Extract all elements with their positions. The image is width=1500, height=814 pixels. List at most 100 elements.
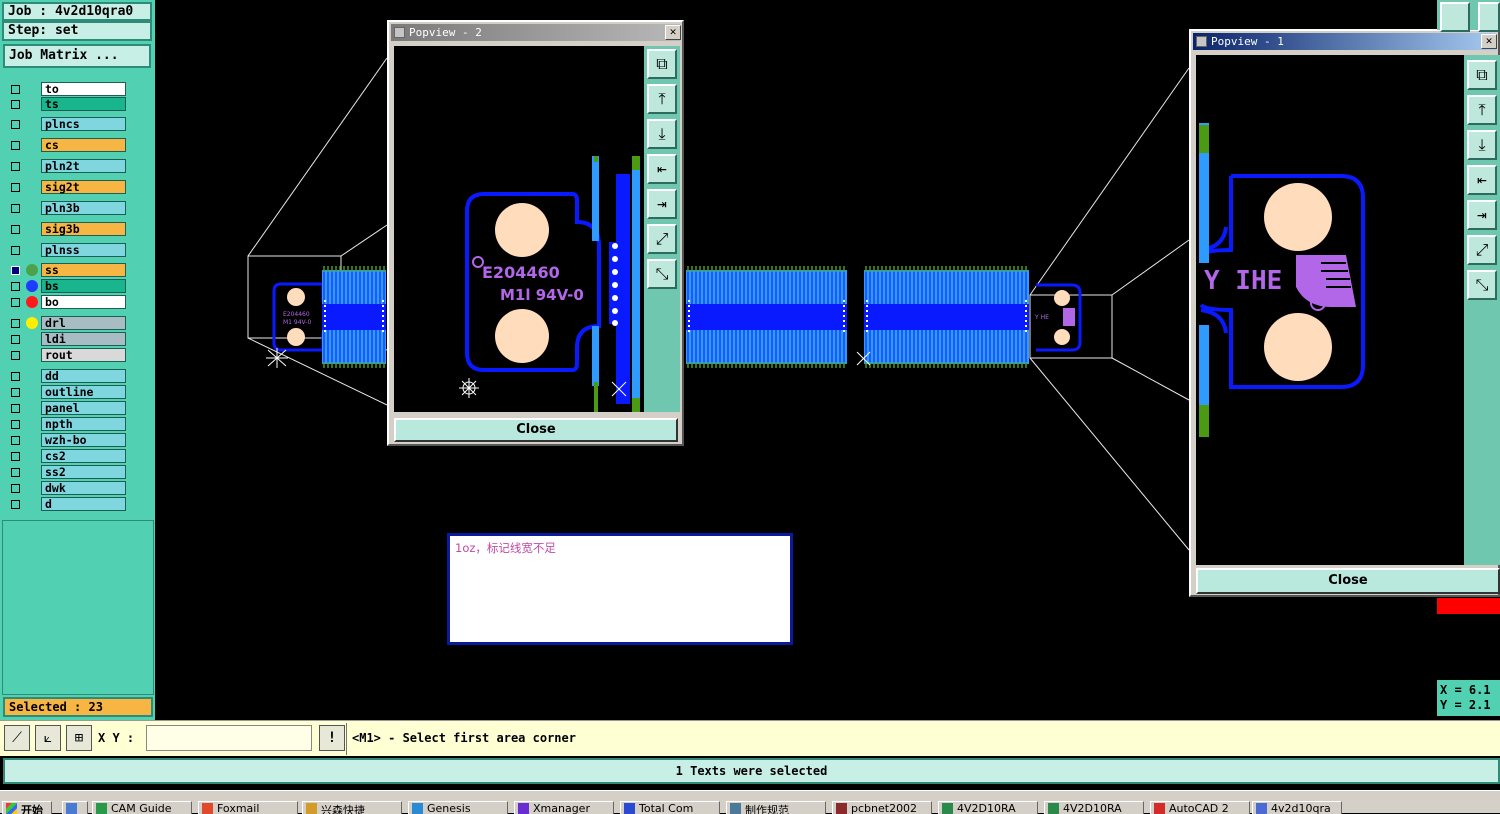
layer-checkbox[interactable] — [11, 404, 20, 413]
layer-row-bo[interactable]: bo — [6, 295, 126, 310]
taskbar-item-5[interactable]: Xmanager — [514, 801, 614, 814]
layer-checkbox[interactable] — [11, 282, 20, 291]
layer-checkbox[interactable] — [11, 85, 20, 94]
layer-row-rout[interactable]: rout — [6, 348, 126, 363]
layer-checkbox[interactable] — [11, 246, 20, 255]
layer-row-plncs[interactable]: plncs — [6, 117, 126, 132]
layer-name[interactable]: dd — [41, 369, 126, 383]
xy-input[interactable] — [146, 725, 312, 751]
view-tool-button-7[interactable]: ⤡ — [647, 259, 677, 289]
layer-name[interactable]: pln2t — [41, 159, 126, 173]
layer-name[interactable]: bs — [41, 279, 126, 293]
layer-row-dwk[interactable]: dwk — [6, 481, 126, 496]
alert-button[interactable]: ! — [319, 725, 345, 751]
taskbar-item-6[interactable]: Total Com — [620, 801, 720, 814]
popview-1-window[interactable]: Popview - 1 ✕ Y IHE ⧉ ⤒ ⤓ ⇤ ⇥ ⤢ ⤡ Close — [1189, 29, 1500, 597]
layer-row-wzh-bo[interactable]: wzh-bo — [6, 433, 126, 448]
layer-name[interactable]: ts — [41, 97, 126, 111]
layer-row-ss[interactable]: ss — [6, 263, 126, 278]
layer-name[interactable]: ldi — [41, 332, 126, 346]
job-matrix-button[interactable]: Job Matrix ... — [3, 44, 151, 68]
taskbar-item-4[interactable]: Genesis — [408, 801, 508, 814]
layer-checkbox[interactable] — [11, 420, 20, 429]
layer-checkbox[interactable] — [11, 372, 20, 381]
layer-name[interactable]: dwk — [41, 481, 126, 495]
layer-row-panel[interactable]: panel — [6, 401, 126, 416]
layer-row-ss2[interactable]: ss2 — [6, 465, 126, 480]
taskbar-item-1[interactable]: CAM Guide — [92, 801, 192, 814]
layer-row-d[interactable]: d — [6, 497, 126, 512]
view-tool-button-3[interactable]: ⤓ — [647, 119, 677, 149]
layer-row-npth[interactable]: npth — [6, 417, 126, 432]
layer-checkbox[interactable] — [11, 500, 20, 509]
taskbar-item-11[interactable]: AutoCAD 2 — [1150, 801, 1250, 814]
view-tool-button-6[interactable]: ⤢ — [1467, 235, 1497, 265]
view-tool-button-6[interactable]: ⤢ — [647, 224, 677, 254]
quick-launch-button[interactable] — [62, 801, 88, 814]
view-tool-button-4[interactable]: ⇤ — [647, 154, 677, 184]
snap-tool-button[interactable]: ⟋ — [4, 725, 30, 751]
layer-row-pln3b[interactable]: pln3b — [6, 201, 126, 216]
view-tool-button-3[interactable]: ⤓ — [1467, 130, 1497, 160]
layer-name[interactable]: cs2 — [41, 449, 126, 463]
popview-2-titlebar[interactable]: Popview - 2 — [391, 24, 680, 41]
popview-2-window[interactable]: Popview - 2 ✕ E204460 M1l 94V-0 ⧉ ⤒ ⤓ ⇤ ⇥ ⤢ ⤡ … — [387, 20, 684, 446]
popview-2-close-button[interactable]: Close — [394, 418, 678, 442]
taskbar-item-10[interactable]: 4V2D10RA — [1044, 801, 1144, 814]
taskbar-item-3[interactable]: 兴森快捷 — [302, 801, 402, 814]
grid-tool-button[interactable]: ⊞ — [66, 725, 92, 751]
layer-name[interactable]: plnss — [41, 243, 126, 257]
layer-name[interactable]: rout — [41, 348, 126, 362]
view-tool-button-7[interactable]: ⤡ — [1467, 270, 1497, 300]
view-tool-button-2[interactable]: ⤒ — [647, 84, 677, 114]
zoom-home-button[interactable] — [1440, 2, 1470, 32]
popview-1-view[interactable]: Y IHE — [1196, 55, 1464, 565]
layer-row-cs2[interactable]: cs2 — [6, 449, 126, 464]
taskbar-item-7[interactable]: 制作规范 — [726, 801, 826, 814]
layer-row-outline[interactable]: outline — [6, 385, 126, 400]
view-tool-button-5[interactable]: ⇥ — [1467, 200, 1497, 230]
layer-name[interactable]: to — [41, 82, 126, 96]
popview-1-close-button[interactable]: Close — [1196, 568, 1500, 594]
layer-row-plnss[interactable]: plnss — [6, 243, 126, 258]
view-tool-button-4[interactable]: ⇤ — [1467, 165, 1497, 195]
layer-name[interactable]: plncs — [41, 117, 126, 131]
layer-name[interactable]: outline — [41, 385, 126, 399]
popview-2-view[interactable]: E204460 M1l 94V-0 — [394, 46, 644, 412]
layer-row-ts[interactable]: ts — [6, 97, 126, 112]
layer-checkbox[interactable] — [11, 335, 20, 344]
layer-row-sig2t[interactable]: sig2t — [6, 180, 126, 195]
layer-checkbox[interactable] — [11, 120, 20, 129]
layer-checkbox[interactable] — [11, 204, 20, 213]
layer-name[interactable]: wzh-bo — [41, 433, 126, 447]
layer-checkbox[interactable] — [11, 468, 20, 477]
view-tool-button-5[interactable]: ⇥ — [647, 189, 677, 219]
taskbar-item-8[interactable]: pcbnet2002 — [832, 801, 932, 814]
view-tool-button-2[interactable]: ⤒ — [1467, 95, 1497, 125]
popview-1-titlebar[interactable]: Popview - 1 — [1193, 33, 1496, 50]
layer-row-ldi[interactable]: ldi — [6, 332, 126, 347]
layer-name[interactable]: bo — [41, 295, 126, 309]
view-tool-button-1[interactable]: ⧉ — [647, 49, 677, 79]
layer-checkbox[interactable] — [11, 351, 20, 360]
layer-checkbox[interactable] — [11, 484, 20, 493]
layer-row-pln2t[interactable]: pln2t — [6, 159, 126, 174]
layer-name[interactable]: panel — [41, 401, 126, 415]
layer-row-cs[interactable]: cs — [6, 138, 126, 153]
layer-name[interactable]: npth — [41, 417, 126, 431]
layer-name[interactable]: pln3b — [41, 201, 126, 215]
start-button[interactable]: 开始 — [2, 801, 52, 814]
layer-checkbox[interactable] — [11, 319, 20, 328]
window-button[interactable] — [1478, 2, 1500, 32]
taskbar-item-12[interactable]: 4v2d10qra — [1252, 801, 1342, 814]
layer-name[interactable]: cs — [41, 138, 126, 152]
taskbar-item-9[interactable]: 4V2D10RA — [938, 801, 1038, 814]
layer-name[interactable]: d — [41, 497, 126, 511]
layer-checkbox[interactable] — [11, 225, 20, 234]
layer-row-bs[interactable]: bs — [6, 279, 126, 294]
layer-name[interactable]: sig2t — [41, 180, 126, 194]
layer-checkbox[interactable] — [11, 298, 20, 307]
layer-checkbox[interactable] — [11, 436, 20, 445]
layer-checkbox[interactable] — [11, 141, 20, 150]
popview-1-close-icon[interactable]: ✕ — [1481, 34, 1497, 49]
